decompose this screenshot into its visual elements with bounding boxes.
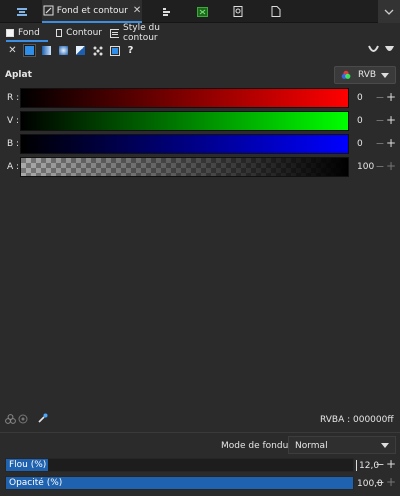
dock-tab-label: Fond et contour <box>56 5 128 16</box>
tab-fill-label: Fond <box>18 28 40 38</box>
dock-tab-document-properties[interactable] <box>228 0 248 23</box>
chevron-down-icon <box>381 443 389 448</box>
channel-label-b: B : <box>7 139 20 149</box>
document-properties-icon <box>233 6 243 17</box>
tab-stroke-style[interactable]: Style du contour <box>110 23 190 43</box>
close-icon: ✕ <box>8 45 17 56</box>
blur-slider[interactable]: Flou (%) <box>5 458 354 472</box>
increment-opacity-button[interactable]: + <box>386 475 396 489</box>
align-icon <box>17 7 27 16</box>
slider-g-gradient <box>21 112 348 130</box>
channel-label-a: A : <box>7 162 20 172</box>
increment-a-button[interactable]: + <box>386 159 396 173</box>
text-cursor <box>356 460 357 471</box>
color-mode-select[interactable]: RVB <box>334 66 396 84</box>
fill-stroke-subtabs: Fond Contour Style du contour <box>0 23 400 43</box>
radial-gradient-button[interactable] <box>57 44 70 57</box>
slider-b[interactable] <box>20 134 349 154</box>
flat-color-icon <box>25 46 34 55</box>
dock-tab-layers[interactable] <box>157 0 177 23</box>
decrement-r-button[interactable]: − <box>375 91 385 104</box>
rgba-label: RVBA : <box>320 415 351 425</box>
stroke-checkbox-icon <box>56 29 63 37</box>
color-wheel-icon <box>341 70 351 79</box>
decrement-opacity-button[interactable]: − <box>375 476 385 489</box>
blur-label: Flou (%) <box>9 460 47 470</box>
tab-stroke-style-label: Style du contour <box>123 23 160 43</box>
opacity-label: Opacité (%) <box>9 478 63 488</box>
decrement-a-button[interactable]: − <box>375 160 385 173</box>
blend-mode-value: Normal <box>295 441 328 451</box>
tab-stroke-label: Contour <box>66 28 102 38</box>
fill-checkbox-icon <box>6 29 14 37</box>
layers-icon <box>163 7 170 16</box>
mesh-gradient-icon <box>76 46 85 55</box>
pattern-button[interactable] <box>91 44 104 57</box>
paint-type-row: ✕ ? <box>0 43 400 59</box>
dock-menu-button[interactable] <box>378 0 400 23</box>
section-title: Aplat <box>5 70 32 80</box>
linear-gradient-button[interactable] <box>40 44 53 57</box>
radial-gradient-icon <box>59 46 68 55</box>
no-paint-button[interactable]: ✕ <box>6 44 19 57</box>
export-image-icon <box>196 6 208 17</box>
color-mode-value: RVB <box>358 70 377 80</box>
slider-g[interactable] <box>20 111 349 131</box>
tab-stroke[interactable]: Contour <box>56 24 102 42</box>
dock-tab-export[interactable] <box>192 0 212 23</box>
slider-a-gradient <box>21 158 348 176</box>
increment-r-button[interactable]: + <box>386 90 396 104</box>
dock-tab-align[interactable] <box>12 0 32 23</box>
channel-label-g: V : <box>7 116 20 126</box>
value-b[interactable]: 0 <box>357 139 373 149</box>
flat-color-button[interactable] <box>23 44 36 57</box>
increment-blur-button[interactable]: + <box>386 457 396 471</box>
color-managed-icon <box>5 414 16 424</box>
fill-rule-evenodd-icon <box>368 45 379 52</box>
decrement-blur-button[interactable]: − <box>375 458 385 471</box>
dock-tab-bar: Fond et contour ✕ <box>0 0 400 23</box>
slider-a[interactable] <box>20 157 349 177</box>
dock-tab-fill-stroke[interactable]: Fond et contour ✕ <box>42 0 142 23</box>
chevron-down-icon <box>381 73 389 78</box>
out-of-gamut-icon <box>18 414 28 424</box>
mesh-gradient-button[interactable] <box>74 44 87 57</box>
unset-paint-button[interactable]: ? <box>124 44 137 57</box>
channel-label-r: R : <box>7 93 20 103</box>
increment-b-button[interactable]: + <box>386 136 396 150</box>
opacity-slider[interactable]: Opacité (%) <box>5 476 354 490</box>
fill-rule-evenodd-button[interactable] <box>367 44 380 57</box>
linear-gradient-icon <box>42 46 51 55</box>
tab-fill[interactable]: Fond <box>6 24 48 42</box>
decrement-g-button[interactable]: − <box>375 114 385 127</box>
color-picker-icon[interactable] <box>37 413 48 424</box>
increment-g-button[interactable]: + <box>386 113 396 127</box>
decrement-b-button[interactable]: − <box>375 137 385 150</box>
slider-r-gradient <box>21 89 348 107</box>
value-r[interactable]: 0 <box>357 93 373 103</box>
fill-rule-nonzero-button[interactable] <box>383 44 396 57</box>
swatch-icon <box>109 45 120 56</box>
fill-stroke-icon <box>43 5 54 16</box>
slider-r[interactable] <box>20 88 349 108</box>
close-icon[interactable]: ✕ <box>133 5 141 16</box>
fill-rule-nonzero-icon <box>385 46 394 51</box>
pattern-icon <box>93 46 102 55</box>
value-a[interactable]: 100 <box>357 162 374 172</box>
question-mark-icon: ? <box>127 45 134 56</box>
blend-mode-label: Mode de fondu : <box>221 441 295 451</box>
slider-b-gradient <box>21 135 348 153</box>
new-document-icon <box>271 6 281 17</box>
value-g[interactable]: 0 <box>357 116 373 126</box>
dock-tab-new-document[interactable] <box>266 0 286 23</box>
stroke-style-icon <box>110 28 120 38</box>
blend-mode-select[interactable]: Normal <box>288 436 396 454</box>
divider <box>0 432 400 433</box>
chevron-down-icon <box>384 9 394 15</box>
swatch-button[interactable] <box>108 44 121 57</box>
rgba-value[interactable]: 000000ff <box>353 415 394 425</box>
